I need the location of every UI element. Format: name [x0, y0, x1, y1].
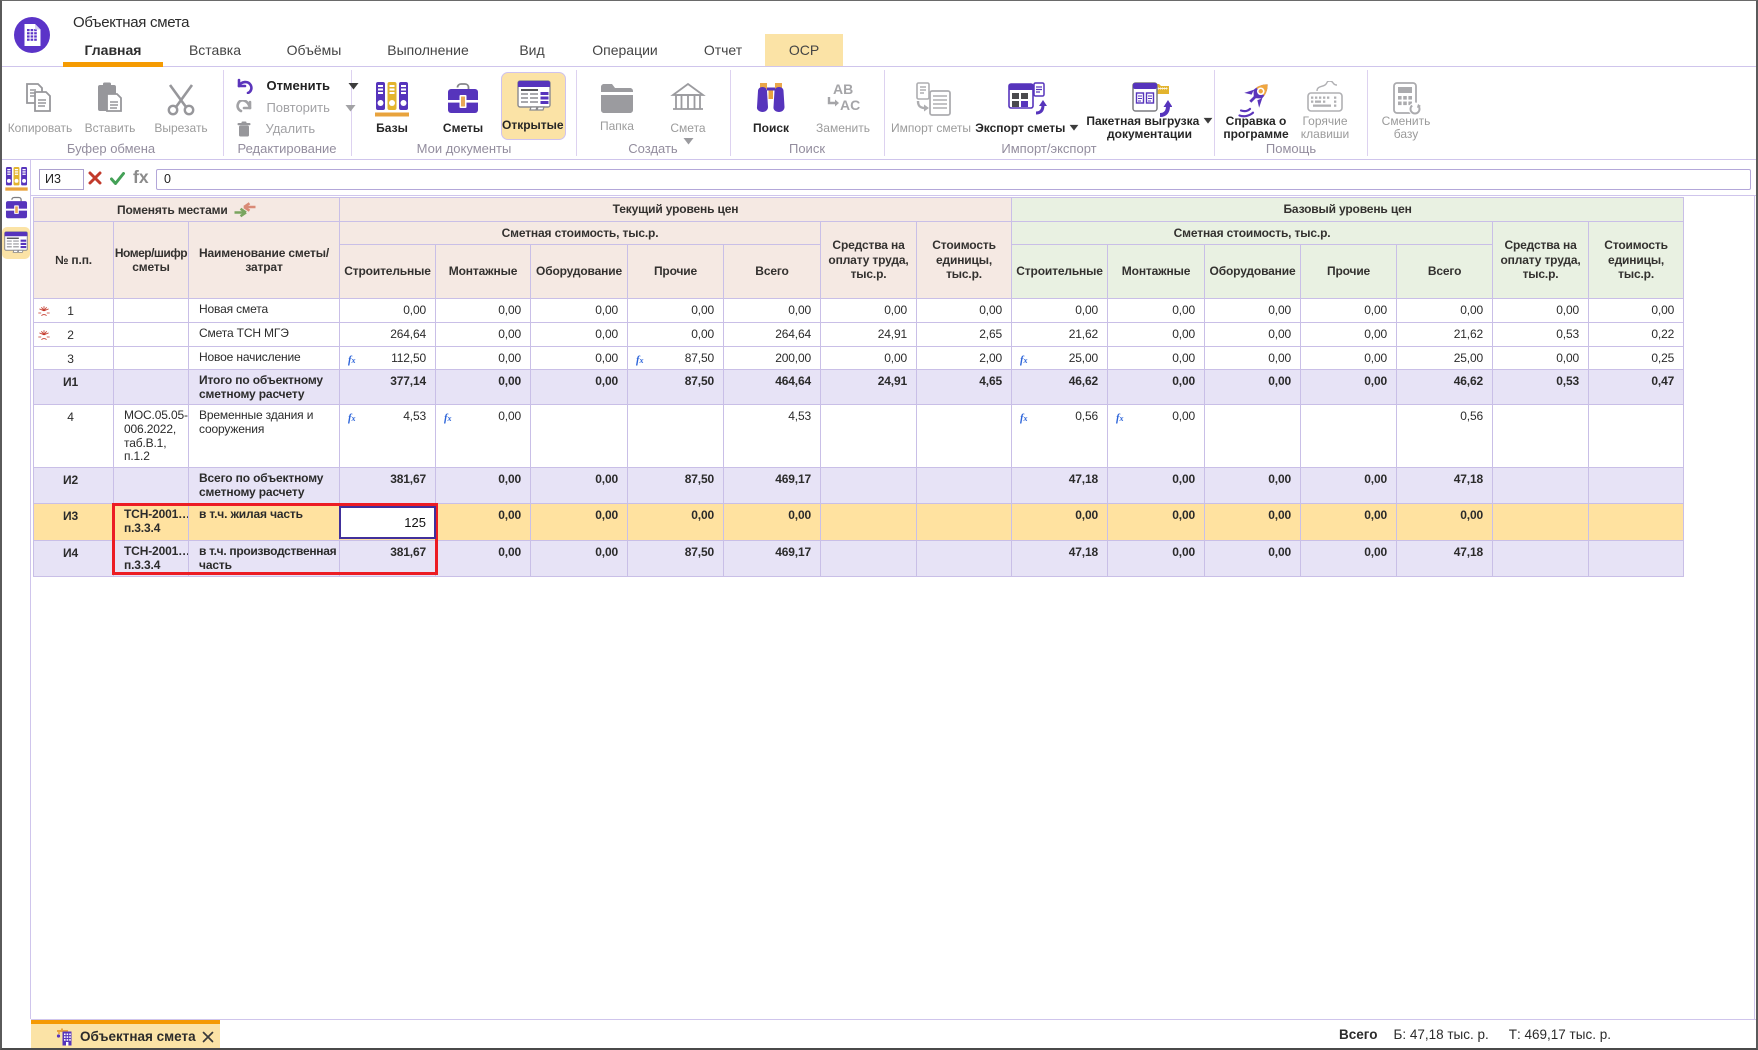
svg-text:AC: AC [840, 97, 860, 113]
svg-text:AB: AB [833, 81, 853, 97]
